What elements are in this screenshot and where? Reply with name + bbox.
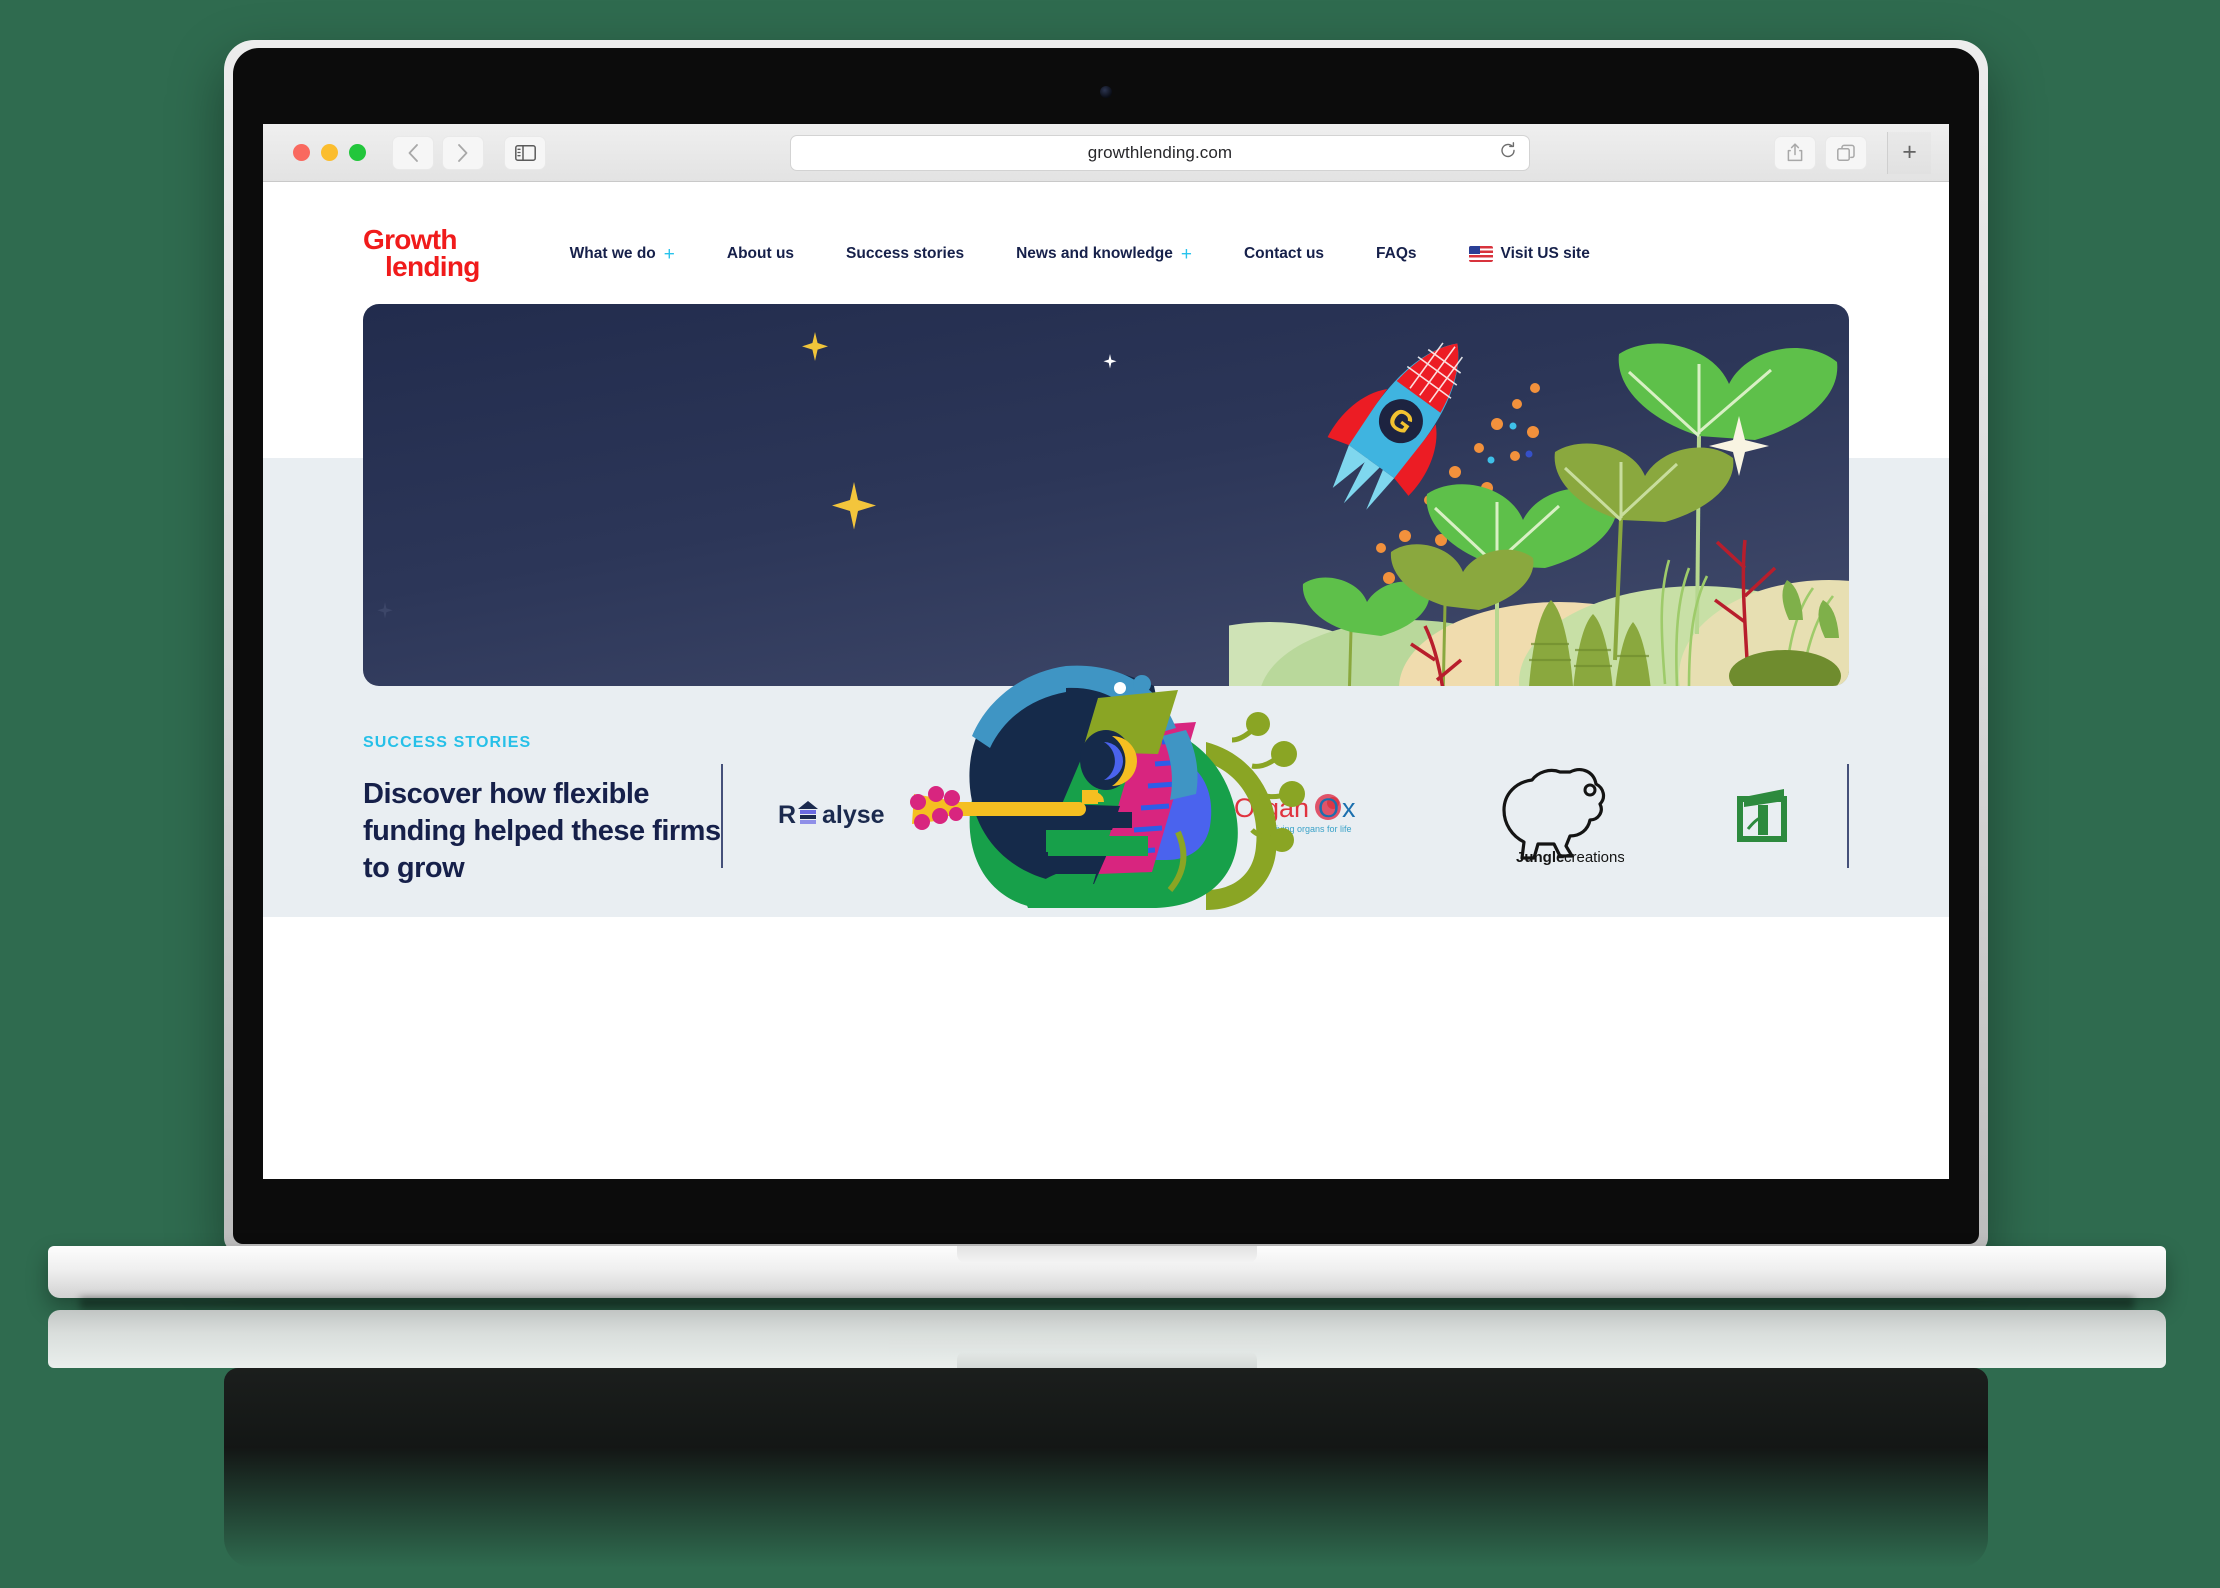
svg-text:Jungle: Jungle bbox=[1516, 849, 1564, 866]
star-icon bbox=[832, 482, 876, 530]
section-heading: Discover how flexible funding helped the… bbox=[363, 778, 721, 885]
nav-item-what-we-do[interactable]: What we do + bbox=[544, 245, 701, 264]
svg-text:x: x bbox=[1342, 793, 1356, 823]
sidebar-icon bbox=[514, 144, 536, 161]
plus-icon[interactable]: + bbox=[1181, 245, 1192, 264]
nav-label: Contact us bbox=[1243, 245, 1325, 262]
section-kicker: SUCCESS STORIES bbox=[363, 734, 532, 751]
nav-item-contact-us[interactable]: Contact us bbox=[1218, 245, 1350, 263]
logo-line-2: lending bbox=[385, 251, 480, 282]
laptop-mockup-stage: growthlending.com + Growth lending What … bbox=[0, 0, 2220, 1588]
client-logo-realyse[interactable]: R alyse bbox=[778, 795, 918, 835]
share-button[interactable] bbox=[1774, 135, 1816, 170]
address-bar[interactable]: growthlending.com bbox=[790, 134, 1530, 171]
chevron-right-icon bbox=[458, 143, 468, 162]
zoom-window-button[interactable] bbox=[349, 144, 366, 161]
address-bar-container: growthlending.com bbox=[546, 134, 1774, 171]
client-logo-green-square[interactable] bbox=[1734, 787, 1792, 843]
nav-label: News and knowledge bbox=[1016, 245, 1173, 262]
us-flag-icon bbox=[1468, 246, 1493, 262]
browser-window: growthlending.com + Growth lending What … bbox=[263, 124, 1949, 1179]
chevron-left-icon bbox=[408, 143, 418, 162]
plus-icon[interactable]: + bbox=[664, 245, 675, 264]
nav-item-visit-us-site[interactable]: Visit US site bbox=[1443, 245, 1616, 263]
nav-item-news-and-knowledge[interactable]: News and knowledge + bbox=[990, 245, 1218, 264]
nav-label: Success stories bbox=[846, 245, 965, 262]
sidebar-toggle-button[interactable] bbox=[504, 135, 546, 170]
hero-banner: G bbox=[363, 304, 1849, 686]
browser-toolbar: growthlending.com + bbox=[263, 124, 1949, 182]
forward-button[interactable] bbox=[442, 135, 484, 170]
minimize-window-button[interactable] bbox=[321, 144, 338, 161]
reload-icon bbox=[1501, 141, 1515, 157]
chameleon-illustration bbox=[910, 665, 1305, 910]
success-stories-copy: SUCCESS STORIES Discover how flexible fu… bbox=[363, 730, 721, 887]
toolbar-right-buttons bbox=[1774, 135, 1867, 170]
tab-overview-button[interactable] bbox=[1825, 135, 1867, 170]
site-header: Growth lending What we do + About us Suc… bbox=[263, 182, 1949, 292]
client-logo-junglecreations[interactable]: Jungle creations bbox=[1494, 760, 1624, 870]
share-icon bbox=[1787, 143, 1803, 162]
logo-divider-right bbox=[1847, 764, 1849, 868]
green-square-logo bbox=[1737, 789, 1787, 842]
svg-text:alyse: alyse bbox=[822, 801, 885, 829]
close-window-button[interactable] bbox=[293, 144, 310, 161]
nav-item-success-stories[interactable]: Success stories bbox=[820, 245, 990, 263]
laptop-base bbox=[48, 1246, 2166, 1298]
window-traffic-lights[interactable] bbox=[293, 144, 366, 161]
realyse-logo: R alyse bbox=[778, 801, 885, 829]
main-navigation: What we do + About us Success stories Ne… bbox=[544, 245, 1616, 264]
star-icon bbox=[377, 602, 393, 619]
tabs-icon bbox=[1837, 144, 1855, 161]
nav-item-about-us[interactable]: About us bbox=[701, 245, 820, 263]
back-button[interactable] bbox=[392, 135, 434, 170]
star-icon bbox=[1103, 354, 1117, 369]
nav-label: About us bbox=[726, 245, 795, 262]
laptop-base-notch-reflection bbox=[957, 1351, 1257, 1368]
laptop-base-reflection bbox=[48, 1310, 2166, 1368]
laptop-base-notch bbox=[957, 1246, 1257, 1263]
new-tab-button[interactable]: + bbox=[1887, 131, 1931, 174]
website-content: Growth lending What we do + About us Suc… bbox=[263, 182, 1949, 1179]
svg-text:R: R bbox=[778, 801, 796, 829]
rocket-jungle-illustration: G bbox=[1229, 342, 1849, 686]
nav-label: What we do bbox=[569, 245, 656, 262]
gorilla-logo: Jungle creations bbox=[1502, 768, 1624, 866]
url-text: growthlending.com bbox=[1087, 142, 1233, 162]
star-icon bbox=[802, 332, 828, 361]
nav-label: FAQs bbox=[1376, 245, 1417, 262]
svg-text:O: O bbox=[1318, 793, 1339, 823]
svg-text:creations: creations bbox=[1564, 849, 1624, 866]
laptop-screen-reflection bbox=[224, 1368, 1988, 1568]
navigation-buttons[interactable] bbox=[392, 135, 484, 170]
reload-button[interactable] bbox=[1500, 141, 1516, 164]
nav-item-faqs[interactable]: FAQs bbox=[1350, 245, 1442, 263]
webcam-icon bbox=[1100, 86, 1112, 98]
nav-label: Visit US site bbox=[1500, 245, 1590, 262]
site-logo[interactable]: Growth lending bbox=[363, 226, 480, 282]
